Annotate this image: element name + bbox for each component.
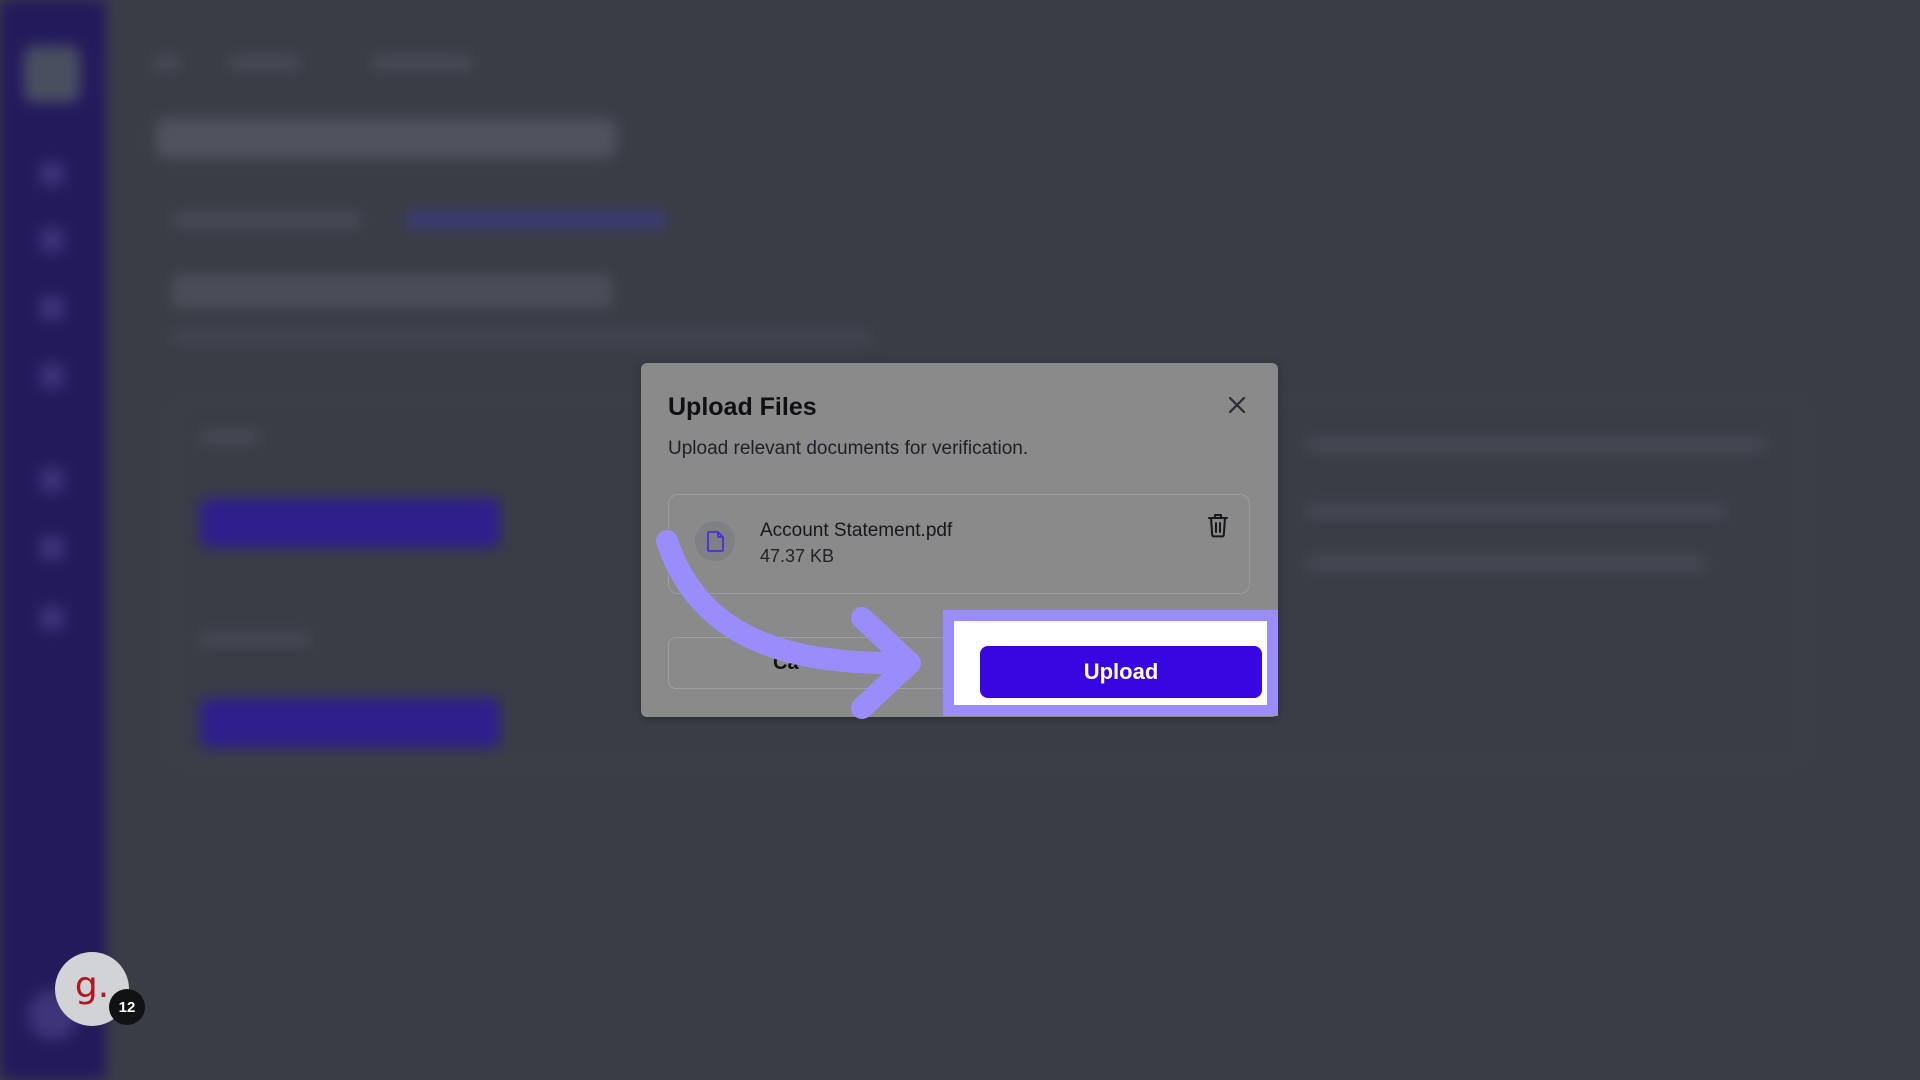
- highlight-inner: Upload: [954, 621, 1267, 705]
- notification-count-badge: 12: [109, 989, 145, 1025]
- dialog-title: Upload Files: [668, 393, 817, 421]
- field-upload-button: [200, 698, 500, 748]
- info-text-line: [1306, 556, 1706, 570]
- tab-active: [406, 212, 666, 228]
- page-title: [156, 118, 616, 158]
- sidebar-item: [40, 364, 64, 388]
- sidebar-item: [40, 468, 64, 492]
- sidebar-item: [40, 296, 64, 320]
- sidebar-item: [40, 536, 64, 560]
- file-item-card: Account Statement.pdf 47.37 KB: [668, 494, 1250, 594]
- sidebar-logo: [24, 46, 80, 102]
- breadcrumb-item: [372, 56, 472, 70]
- section-subtitle: [172, 330, 872, 344]
- sidebar-item: [40, 162, 64, 186]
- tab: [172, 212, 362, 228]
- cancel-button-label: Ca: [773, 652, 799, 674]
- sidebar-item: [40, 606, 64, 630]
- section-title: [172, 274, 612, 308]
- cancel-button[interactable]: Ca: [668, 637, 968, 689]
- info-text-line: [1306, 438, 1766, 452]
- breadcrumb-item: [230, 56, 300, 70]
- dialog-description: Upload relevant documents for verificati…: [668, 438, 1029, 459]
- file-size: 47.37 KB: [760, 546, 835, 566]
- info-text-line: [1306, 504, 1726, 518]
- field-label: [200, 430, 260, 444]
- field-label: [200, 632, 310, 646]
- field-upload-button: [200, 498, 500, 548]
- sidebar: [0, 0, 106, 1080]
- highlight-frame: Upload: [943, 610, 1278, 716]
- file-icon: [695, 521, 735, 561]
- breadcrumb-home: [154, 56, 180, 70]
- file-name: Account Statement.pdf: [760, 520, 953, 541]
- upload-button[interactable]: Upload: [980, 646, 1262, 698]
- sidebar-item: [40, 228, 64, 252]
- guide-avatar-letter: g.: [74, 964, 110, 1006]
- close-icon[interactable]: [1223, 391, 1251, 419]
- trash-icon[interactable]: [1205, 511, 1231, 539]
